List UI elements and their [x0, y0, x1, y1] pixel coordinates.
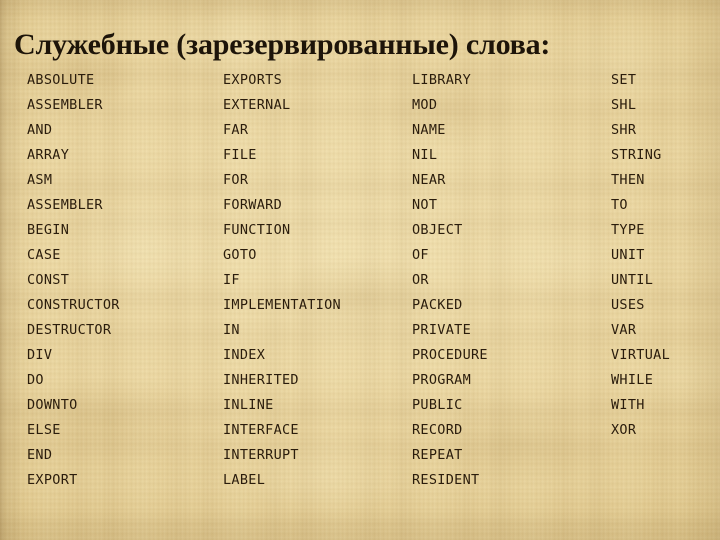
- keyword-item: REPEAT: [412, 447, 463, 463]
- keyword-item: THEN: [611, 172, 645, 188]
- keyword-item: SHR: [611, 122, 637, 138]
- keyword-item: STRING: [611, 147, 662, 163]
- keyword-item: NOT: [412, 197, 438, 213]
- page-title: Служебные (зарезервированные) слова:: [14, 28, 551, 62]
- keyword-item: IF: [223, 272, 240, 288]
- keyword-item: ELSE: [27, 422, 61, 438]
- keyword-item: USES: [611, 297, 645, 313]
- keyword-item: FUNCTION: [223, 222, 291, 238]
- keyword-item: ARRAY: [27, 147, 70, 163]
- keyword-item: EXPORT: [27, 472, 78, 488]
- keyword-item: PUBLIC: [412, 397, 463, 413]
- keyword-item: PRIVATE: [412, 322, 471, 338]
- keyword-item: RECORD: [412, 422, 463, 438]
- keyword-item: IN: [223, 322, 240, 338]
- keyword-item: LIBRARY: [412, 72, 471, 88]
- keyword-item: GOTO: [223, 247, 257, 263]
- keyword-item: FORWARD: [223, 197, 282, 213]
- keyword-item: END: [27, 447, 53, 463]
- keyword-item: MOD: [412, 97, 438, 113]
- keyword-item: ASSEMBLER: [27, 197, 103, 213]
- keyword-item: SHL: [611, 97, 637, 113]
- keyword-item: OF: [412, 247, 429, 263]
- keyword-item: AND: [27, 122, 53, 138]
- keyword-item: RESIDENT: [412, 472, 480, 488]
- keyword-item: NAME: [412, 122, 446, 138]
- keyword-item: NIL: [412, 147, 438, 163]
- keyword-item: PROGRAM: [412, 372, 471, 388]
- keyword-item: TYPE: [611, 222, 645, 238]
- keyword-column-4: SET SHL SHR STRING THEN TO TYPE UNIT UNTIL USES VA…: [611, 68, 670, 443]
- keyword-item: NEAR: [412, 172, 446, 188]
- keyword-item: ASSEMBLER: [27, 97, 103, 113]
- keyword-item: INTERRUPT: [223, 447, 299, 463]
- keyword-item: TO: [611, 197, 628, 213]
- keyword-item: CONSTRUCTOR: [27, 297, 120, 313]
- keyword-item: FOR: [223, 172, 249, 188]
- keyword-item: INDEX: [223, 347, 266, 363]
- keyword-item: UNTIL: [611, 272, 654, 288]
- keyword-item: SET: [611, 72, 637, 88]
- keyword-item: UNIT: [611, 247, 645, 263]
- keyword-item: XOR: [611, 422, 637, 438]
- keyword-item: DO: [27, 372, 44, 388]
- keyword-item: INTERFACE: [223, 422, 299, 438]
- keyword-item: CONST: [27, 272, 70, 288]
- keyword-item: EXPORTS: [223, 72, 282, 88]
- keyword-item: BEGIN: [27, 222, 70, 238]
- keyword-item: IMPLEMENTATION: [223, 297, 341, 313]
- keyword-item: WHILE: [611, 372, 654, 388]
- keyword-item: CASE: [27, 247, 61, 263]
- keyword-item: VAR: [611, 322, 637, 338]
- keyword-item: DESTRUCTOR: [27, 322, 112, 338]
- keyword-item: FAR: [223, 122, 249, 138]
- keyword-item: FILE: [223, 147, 257, 163]
- keyword-item: ABSOLUTE: [27, 72, 95, 88]
- keyword-item: EXTERNAL: [223, 97, 291, 113]
- keyword-item: INHERITED: [223, 372, 299, 388]
- keyword-item: LABEL: [223, 472, 266, 488]
- keyword-item: OBJECT: [412, 222, 463, 238]
- slide-content: Служебные (зарезервированные) слова: ABS…: [0, 0, 720, 540]
- keyword-item: PACKED: [412, 297, 463, 313]
- keyword-item: PROCEDURE: [412, 347, 488, 363]
- keyword-item: VIRTUAL: [611, 347, 670, 363]
- keyword-column-3: LIBRARY MOD NAME NIL NEAR NOT OBJECT OF OR PACKED…: [412, 68, 488, 493]
- keyword-item: ASM: [27, 172, 53, 188]
- slide: Служебные (зарезервированные) слова: ABS…: [0, 0, 720, 540]
- keyword-column-2: EXPORTS EXTERNAL FAR FILE FOR FORWARD FUNCTION…: [223, 68, 341, 493]
- keyword-item: WITH: [611, 397, 645, 413]
- keyword-item: DOWNTO: [27, 397, 78, 413]
- keyword-item: OR: [412, 272, 429, 288]
- keyword-item: INLINE: [223, 397, 274, 413]
- keyword-column-1: ABSOLUTE ASSEMBLER AND ARRAY ASM ASSEMBLER BEG…: [27, 68, 120, 493]
- keyword-item: DIV: [27, 347, 53, 363]
